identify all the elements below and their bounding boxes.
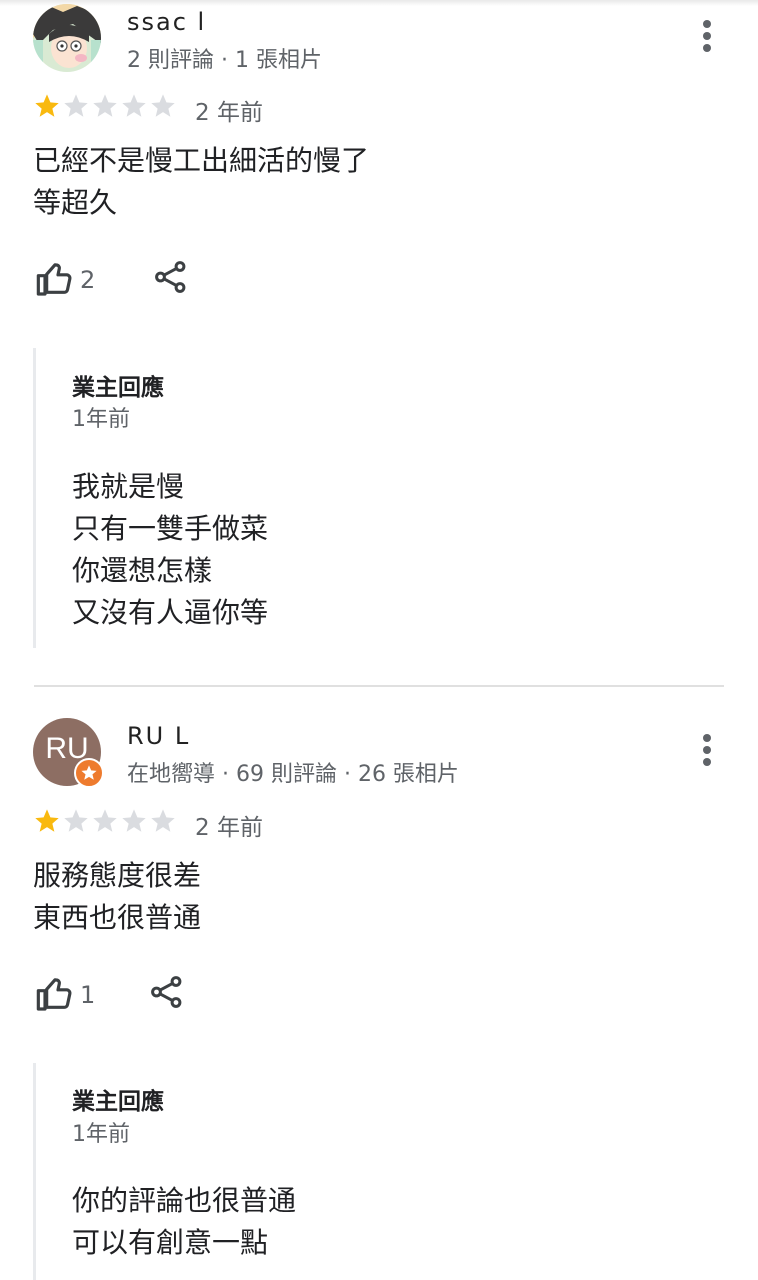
star-icon — [122, 94, 146, 117]
review-time: 2 年前 — [195, 100, 263, 126]
like-count: 1 — [80, 981, 96, 1009]
review-time: 2 年前 — [195, 815, 263, 841]
star-rating — [33, 807, 183, 837]
star-rating — [33, 92, 183, 122]
owner-reply-bar — [33, 1063, 36, 1280]
star-icon — [64, 94, 88, 117]
star-icon — [35, 809, 59, 832]
review-text: 已經不是慢工出細活的慢了 等超久 — [33, 144, 370, 219]
owner-reply-title: 業主回應 — [72, 375, 164, 401]
star-icon — [122, 809, 146, 832]
share-icon[interactable] — [153, 259, 191, 297]
star-icon — [151, 94, 175, 117]
owner-reply-bar — [33, 348, 36, 648]
reviewer-meta: 在地嚮導 · 69 則評論 · 26 張相片 — [127, 762, 459, 787]
thumb-up-icon[interactable] — [35, 974, 75, 1014]
star-icon — [64, 809, 88, 832]
star-icon — [93, 94, 117, 117]
owner-reply-title: 業主回應 — [72, 1089, 164, 1115]
local-guide-badge-icon — [74, 758, 104, 788]
owner-reply-text: 你的評論也很普通 可以有創意一點 — [72, 1184, 297, 1259]
more-vert-icon[interactable] — [692, 16, 722, 56]
reviewer-meta: 2 則評論 · 1 張相片 — [127, 48, 322, 73]
star-icon — [151, 809, 175, 832]
owner-reply-time: 1年前 — [72, 407, 130, 432]
top-shadow — [0, 0, 758, 6]
reviewer-name[interactable]: ssac l — [127, 8, 206, 36]
review-text: 服務態度很差 東西也很普通 — [33, 859, 202, 934]
review-divider — [34, 685, 724, 687]
owner-reply-time: 1年前 — [72, 1122, 130, 1147]
thumb-up-icon[interactable] — [35, 259, 75, 299]
owner-reply-text: 我就是慢 只有一雙手做菜 你還想怎樣 又沒有人逼你等 — [72, 470, 269, 629]
reviewer-avatar[interactable] — [33, 4, 101, 72]
more-vert-icon[interactable] — [692, 730, 722, 770]
share-icon[interactable] — [149, 974, 187, 1012]
star-icon — [35, 94, 59, 117]
star-icon — [93, 809, 117, 832]
reviewer-name[interactable]: RU L — [127, 722, 190, 750]
like-count: 2 — [80, 266, 96, 294]
